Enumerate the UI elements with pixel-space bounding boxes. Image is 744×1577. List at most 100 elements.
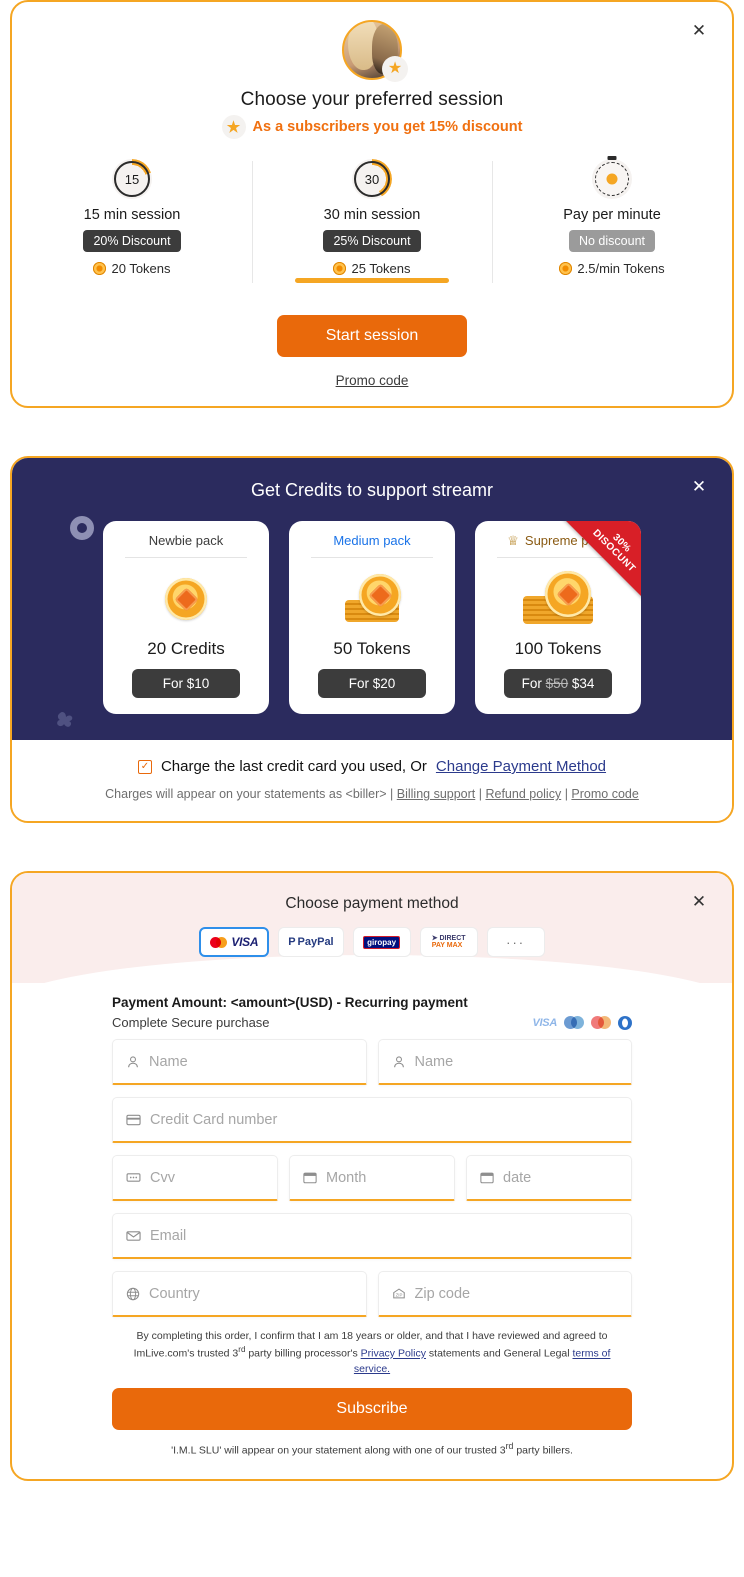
charge-text: Charge the last credit card you used, Or	[160, 758, 427, 775]
date-field[interactable]	[466, 1155, 632, 1201]
biller-note-part1: 'I.M.L SLU' will appear on your statemen…	[171, 1444, 506, 1457]
token-price: 25 Tokens	[258, 261, 486, 276]
stopwatch-icon	[592, 156, 632, 199]
subscribe-button[interactable]: Subscribe	[112, 1388, 632, 1431]
payment-panel: ✕ Choose payment method VISA P PayPal gir…	[10, 871, 734, 1481]
more-icon: ···	[506, 934, 526, 950]
change-payment-method-link[interactable]: Change Payment Method	[436, 758, 606, 775]
token-price-label: 20 Tokens	[111, 261, 171, 276]
month-field[interactable]	[289, 1155, 455, 1201]
timer-30-label: 30	[364, 171, 380, 187]
pack-title: Newbie pack	[148, 533, 224, 548]
pack-amount: 20 Credits	[147, 639, 225, 658]
refund-policy-link[interactable]: Refund policy	[485, 787, 561, 801]
close-icon[interactable]: ✕	[688, 476, 710, 498]
session-option-label: 30 min session	[323, 207, 421, 223]
price-value: $34	[571, 676, 595, 691]
cvv-input[interactable]	[150, 1169, 264, 1186]
subscriber-discount-text: As a subscribers you get 15% discount	[252, 119, 523, 135]
directpaymax-icon: ➤ DIRECT PAY MAX	[431, 934, 466, 949]
legal-part2: party billing processor's	[245, 1347, 361, 1360]
date-input[interactable]	[503, 1169, 618, 1186]
charge-last-card-row[interactable]: ✓ Charge the last credit card you used, …	[30, 758, 714, 775]
card-number-field[interactable]	[112, 1097, 632, 1143]
promo-code-link[interactable]: Promo code	[12, 373, 732, 388]
card-icon	[126, 1114, 141, 1126]
zip-field[interactable]: ZIP	[377, 1271, 632, 1317]
pack-medium[interactable]: Medium pack 50 Tokens For $20	[289, 521, 455, 714]
payment-method-paypal[interactable]: P PayPal	[278, 927, 344, 957]
visa-brand-icon: VISA	[532, 1016, 558, 1029]
privacy-policy-link[interactable]: Privacy Policy	[361, 1348, 426, 1360]
price-value: $20	[372, 676, 396, 691]
pack-newbie[interactable]: Newbie pack 20 Credits For $10	[103, 521, 269, 714]
subscriber-discount-note: ★ As a subscribers you get 15% discount	[12, 115, 732, 139]
coin-icon	[559, 262, 573, 275]
payment-method-card[interactable]: VISA	[199, 927, 270, 957]
zip-icon: ZIP	[392, 1287, 406, 1300]
last-name-field[interactable]	[377, 1039, 632, 1085]
timer-15-icon: 15	[112, 159, 152, 199]
secure-purchase-label: Complete Secure purchase	[112, 1015, 270, 1030]
zip-input[interactable]	[414, 1285, 618, 1302]
choose-payment-method-title: Choose payment method	[285, 895, 459, 912]
price-prefix: For	[348, 676, 373, 691]
divider	[497, 557, 619, 558]
billing-support-link[interactable]: Billing support	[397, 787, 476, 801]
payment-method-header: Choose payment method VISA P PayPal girop…	[12, 873, 732, 1009]
email-row	[112, 1213, 632, 1259]
pack-title: Medium pack	[333, 533, 411, 548]
first-name-field[interactable]	[112, 1039, 367, 1085]
paypal-icon: P PayPal	[288, 936, 334, 948]
avatar: ★	[342, 20, 408, 82]
payment-method-giropay[interactable]: giropay	[352, 927, 411, 957]
charges-note-prefix: Charges will appear on your statements a…	[105, 787, 397, 801]
pack-price-button[interactable]: For $10	[132, 669, 240, 698]
promo-code-link[interactable]: Promo code	[571, 787, 638, 801]
country-field[interactable]	[112, 1271, 367, 1317]
star-icon: ★	[387, 60, 403, 77]
checkbox-icon[interactable]: ✓	[137, 759, 152, 774]
session-option-15min[interactable]: 15 15 min session 20% Discount 20 Tokens	[12, 159, 252, 297]
session-option-per-minute[interactable]: Pay per minute No discount 2.5/min Token…	[492, 156, 732, 297]
session-options: 15 15 min session 20% Discount 20 Tokens…	[12, 156, 732, 297]
card-number-input[interactable]	[150, 1111, 618, 1128]
person-icon	[392, 1055, 406, 1069]
sep: |	[561, 787, 572, 801]
price-prefix: For	[162, 676, 187, 691]
credits-title: Get Credits to support streamr	[250, 480, 494, 500]
paypal-label: PayPal	[297, 936, 334, 948]
close-icon[interactable]: ✕	[688, 20, 710, 42]
payment-method-list: VISA P PayPal giropay ➤ DIRECT PAY MAX ···	[12, 927, 732, 957]
name-row	[112, 1039, 632, 1085]
last-name-input[interactable]	[414, 1053, 618, 1070]
payment-method-more[interactable]: ···	[486, 927, 545, 957]
payment-method-directpaymax[interactable]: ➤ DIRECT PAY MAX	[419, 927, 478, 957]
token-price: 2.5/min Tokens	[498, 261, 726, 276]
month-input[interactable]	[326, 1169, 441, 1186]
cvv-icon	[126, 1172, 141, 1183]
star-icon: ★	[226, 118, 241, 136]
start-session-button[interactable]: Start session	[277, 315, 467, 357]
pack-price-button[interactable]: For $20	[318, 669, 426, 698]
pack-supreme[interactable]: 30% DISOCUNT ♕ Supreme pack 100 Tokens F…	[475, 521, 641, 714]
subscriber-star-badge: ★	[382, 56, 408, 82]
star-badge-icon: ★	[221, 115, 246, 139]
pack-price-button[interactable]: For $50 $34	[504, 669, 612, 698]
close-icon[interactable]: ✕	[688, 891, 710, 913]
email-input[interactable]	[150, 1227, 618, 1244]
first-name-input[interactable]	[149, 1053, 353, 1070]
calendar-icon	[303, 1171, 317, 1184]
credits-footer: ✓ Charge the last credit card you used, …	[12, 740, 732, 821]
country-input[interactable]	[149, 1285, 353, 1302]
legal-part3: statements and General Legal	[425, 1347, 573, 1360]
price-prefix: For	[521, 676, 546, 691]
session-option-30min[interactable]: 30 30 min session 25% Discount 25 Tokens	[252, 159, 492, 297]
calendar-icon	[480, 1171, 494, 1184]
coin-icon	[93, 262, 107, 275]
email-field[interactable]	[112, 1213, 632, 1259]
accepted-card-brands: VISA	[532, 1015, 632, 1030]
coin-illustration	[487, 568, 629, 630]
secure-purchase-row: Complete Secure purchase VISA	[112, 1015, 632, 1030]
cvv-field[interactable]	[112, 1155, 278, 1201]
